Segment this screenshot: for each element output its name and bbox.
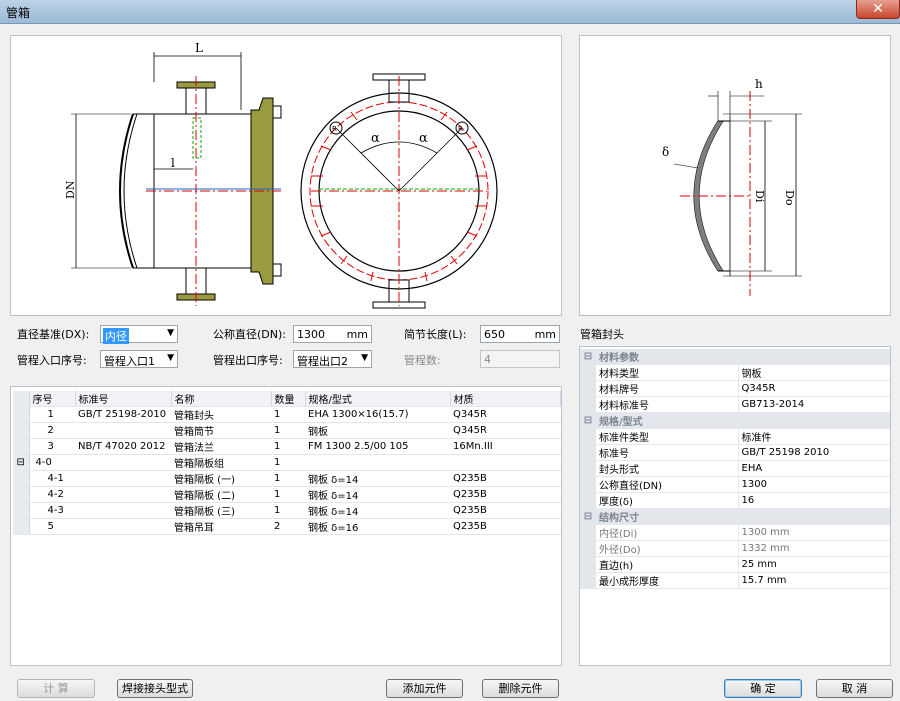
diameter-basis-label: 直径基准(DX):	[17, 328, 90, 341]
row-gutter	[13, 486, 30, 503]
property-row[interactable]: 标准号 GB/T 25198 2010	[580, 444, 890, 461]
inlet-index-select[interactable]: 管程入口1 ▼	[100, 350, 178, 368]
property-row[interactable]: 材料牌号 Q345R	[580, 380, 890, 397]
table-row[interactable]: 4-2 管箱隔板 (二) 1 钢板 δ=14 Q235B	[13, 486, 561, 503]
weld-joint-button[interactable]: 焊接接头型式	[117, 679, 193, 698]
section-length-label: 简节长度(L):	[404, 328, 467, 341]
lug-left-label: R	[332, 125, 337, 133]
outlet-index-label: 管程出口序号:	[213, 354, 283, 367]
property-row[interactable]: 厚度(δ) 16	[580, 492, 890, 509]
table-row[interactable]: 2 管箱筒节 1 钢板 Q345R	[13, 422, 561, 439]
head-drawing: h δ Di Do	[662, 77, 802, 296]
col-spec: 规格/型式	[305, 391, 451, 407]
table-row[interactable]: ⊟ 4-0 管箱隔板组 1	[13, 454, 561, 471]
section-length-input[interactable]: 650 mm	[480, 325, 560, 343]
outlet-index-value: 管程出口2	[297, 355, 348, 368]
table-row[interactable]: 4-1 管箱隔板 (一) 1 钢板 δ=14 Q235B	[13, 470, 561, 487]
collapse-toggle-icon[interactable]: ⊟	[580, 349, 596, 365]
side-view	[71, 52, 282, 301]
row-gutter	[13, 422, 30, 439]
pass-count-label: 管程数:	[404, 354, 441, 367]
dim-h-label: h	[755, 77, 763, 91]
pass-count-input: 4	[480, 350, 560, 368]
dim-delta-label: δ	[662, 145, 669, 159]
property-row[interactable]: 公称直径(DN) 1300	[580, 476, 890, 493]
diameter-basis-select[interactable]: 内径 ▼	[100, 325, 178, 344]
nominal-diameter-label: 公称直径(DN):	[213, 328, 286, 341]
window-title: 管箱	[6, 6, 31, 20]
inlet-index-label: 管程入口序号:	[17, 354, 87, 367]
alpha-right-label: α	[419, 131, 428, 146]
collapse-toggle-icon[interactable]: ⊟	[13, 454, 30, 471]
lug-right-label: R	[458, 125, 463, 133]
col-mat: 材质	[450, 391, 561, 407]
property-row[interactable]: 内径(Di) 1300 mm	[580, 524, 890, 541]
table-row[interactable]: 5 管箱吊耳 2 钢板 δ=16 Q235B	[13, 518, 561, 535]
row-gutter	[13, 406, 30, 423]
col-no: 序号	[29, 391, 76, 407]
property-row[interactable]: 外径(Do) 1332 mm	[580, 540, 890, 557]
property-row[interactable]: 标准件类型 标准件	[580, 428, 890, 445]
property-row[interactable]: 最小成形厚度 15.7 mm	[580, 572, 890, 589]
close-icon: ✕	[872, 1, 884, 17]
property-group-header[interactable]: ⊟ 规格/型式	[580, 412, 890, 429]
table-row[interactable]: 4-3 管箱隔板 (三) 1 钢板 δ=14 Q235B	[13, 502, 561, 519]
col-std: 标准号	[75, 391, 172, 407]
add-element-button[interactable]: 添加元件	[386, 679, 463, 698]
parts-table: 序号 标准号 名称 数量 规格/型式 材质 1 GB/T 25198-2010 …	[13, 391, 561, 535]
dim-Di-label: Di	[753, 190, 766, 203]
col-qty: 数量	[271, 391, 306, 407]
section-length-unit: mm	[534, 328, 556, 341]
delete-element-button[interactable]: 删除元件	[482, 679, 559, 698]
calc-button[interactable]: 计 算	[17, 679, 95, 698]
dim-DN-label: DN	[64, 180, 77, 199]
property-row[interactable]: 直边(h) 25 mm	[580, 556, 890, 573]
head-drawing-panel: h δ Di Do	[579, 35, 891, 316]
chevron-down-icon: ▼	[167, 353, 174, 363]
row-gutter	[13, 438, 30, 455]
table-header-row: 序号 标准号 名称 数量 规格/型式 材质	[13, 391, 561, 407]
dim-L-label: L	[195, 41, 203, 55]
close-button[interactable]: ✕	[856, 0, 900, 19]
nominal-diameter-input[interactable]: 1300 mm	[293, 325, 372, 343]
collapse-toggle-icon[interactable]: ⊟	[580, 412, 596, 429]
alpha-left-label: α	[371, 131, 380, 146]
nominal-diameter-unit: mm	[346, 328, 368, 341]
cancel-button[interactable]: 取 消	[816, 679, 893, 698]
dim-l-label: l	[171, 156, 175, 170]
inlet-index-value: 管程入口1	[104, 355, 155, 368]
property-group-header[interactable]: ⊟ 材料参数	[580, 349, 890, 365]
row-gutter	[13, 470, 30, 487]
property-group-header[interactable]: ⊟ 结构尺寸	[580, 508, 890, 525]
chevron-down-icon: ▼	[361, 353, 368, 363]
diameter-basis-value: 内径	[103, 328, 129, 344]
dim-Do-label: Do	[783, 190, 796, 206]
row-gutter	[13, 502, 30, 519]
col-name: 名称	[171, 391, 272, 407]
pass-count-value: 4	[484, 353, 491, 366]
ok-button[interactable]: 确 定	[724, 679, 802, 698]
nominal-diameter-value: 1300	[297, 328, 325, 341]
channel-drawing: L l DN α α R R	[64, 41, 498, 309]
drawing-panel: L l DN α α R R	[10, 35, 562, 316]
outlet-index-select[interactable]: 管程出口2 ▼	[293, 350, 372, 368]
head-section-title: 管箱封头	[580, 328, 624, 341]
table-row[interactable]: 3 NB/T 47020 2012 管箱法兰 1 FM 1300 2.5/00 …	[13, 438, 561, 455]
property-row[interactable]: 材料类型 钢板	[580, 364, 890, 381]
parts-table-panel: 序号 标准号 名称 数量 规格/型式 材质 1 GB/T 25198-2010 …	[10, 386, 562, 666]
property-grid: ⊟ 材料参数 材料类型 钢板 材料牌号 Q345R 材料标准号 GB713-2014 …	[579, 346, 891, 666]
row-gutter	[13, 518, 30, 535]
chevron-down-icon: ▼	[167, 328, 174, 338]
property-row[interactable]: 材料标准号 GB713-2014	[580, 396, 890, 413]
title-bar: 管箱 ✕	[0, 0, 900, 24]
table-row[interactable]: 1 GB/T 25198-2010 管箱封头 1 EHA 1300×16(15.…	[13, 406, 561, 423]
property-row[interactable]: 封头形式 EHA	[580, 460, 890, 477]
section-length-value: 650	[484, 328, 505, 341]
collapse-toggle-icon[interactable]: ⊟	[580, 508, 596, 525]
